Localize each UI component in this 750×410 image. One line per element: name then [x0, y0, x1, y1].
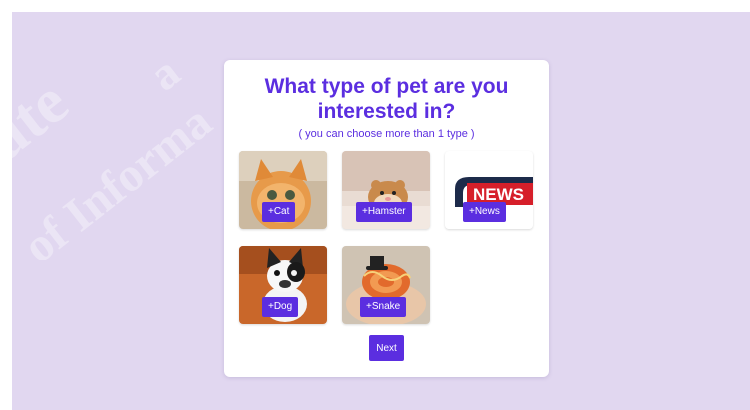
- option-cat[interactable]: +Cat: [239, 151, 327, 229]
- option-dog[interactable]: +Dog: [239, 246, 327, 324]
- option-hamster[interactable]: +Hamster: [342, 151, 430, 229]
- add-snake-button[interactable]: +Snake: [360, 297, 407, 317]
- page-title: What type of pet are you interested in?: [264, 75, 509, 123]
- page-subtitle: ( you can choose more than 1 type ): [298, 128, 475, 140]
- add-news-button[interactable]: +News: [463, 202, 506, 222]
- add-dog-button[interactable]: +Dog: [262, 297, 299, 317]
- add-cat-button[interactable]: +Cat: [262, 202, 296, 222]
- pet-type-card: What type of pet are you interested in? …: [224, 60, 549, 377]
- add-hamster-button[interactable]: +Hamster: [356, 202, 412, 222]
- option-news[interactable]: NEWS +News: [445, 151, 533, 229]
- option-snake[interactable]: +Snake: [342, 246, 430, 324]
- next-button[interactable]: Next: [369, 335, 404, 361]
